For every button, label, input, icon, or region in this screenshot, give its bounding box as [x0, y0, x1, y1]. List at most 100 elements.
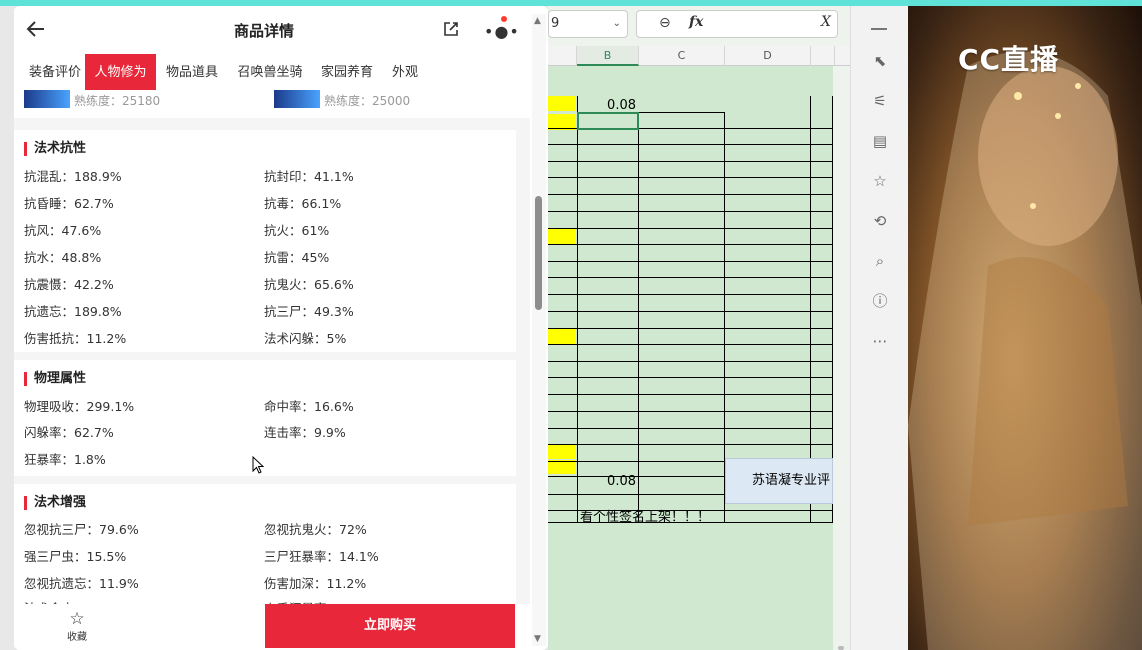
- proficiency-text: 熟练度：25180: [74, 94, 161, 108]
- grid-line: [548, 177, 833, 178]
- proficiency-text: 熟练度：25000: [324, 94, 411, 108]
- more-icon[interactable]: •●•: [484, 22, 520, 41]
- grid-line: [548, 261, 833, 262]
- favorite-button[interactable]: ☆ 收藏: [54, 610, 100, 643]
- note-text-cell[interactable]: 看个性签名上架！！！: [580, 506, 710, 525]
- cell-b-value[interactable]: 0.08: [578, 98, 636, 113]
- attr-item: 抗毒：66.1%: [264, 196, 342, 211]
- grid-line: [638, 112, 724, 113]
- formula-input[interactable]: ⊖ fx 𝑋: [636, 10, 838, 38]
- highlight-cell[interactable]: [548, 96, 576, 111]
- help-icon[interactable]: ⓘ: [869, 290, 891, 312]
- column-headers: B C D: [548, 46, 850, 66]
- tab-equipment-review[interactable]: 装备评价: [20, 54, 90, 92]
- attr-item: 伤害加深：11.2%: [264, 576, 367, 591]
- sheet-scrollbar[interactable]: [838, 646, 844, 650]
- note-cell[interactable]: 苏语凝专业评: [725, 458, 833, 504]
- zoom-icon[interactable]: ⊖: [659, 15, 671, 31]
- cell-grid[interactable]: 0.08 0.08 苏语凝专业评 看个性签名上架！！！: [548, 66, 833, 650]
- doc-search-icon[interactable]: ⌕: [869, 250, 891, 272]
- product-detail-panel: 商品详情 •●• 装备评价 人物修为 物品道具 召唤兽坐骑 家园养育 外观 熟练…: [14, 6, 548, 650]
- veiled-figure-illustration: [908, 51, 1142, 650]
- function-icon[interactable]: fx: [689, 14, 703, 30]
- scroll-thumb[interactable]: [535, 196, 542, 310]
- grid-line: [548, 344, 833, 345]
- grid-line: [548, 294, 833, 295]
- cell-b-value[interactable]: 0.08: [578, 474, 636, 489]
- column-header-d[interactable]: D: [725, 46, 811, 66]
- attr-item: 忽视抗鬼火：72%: [264, 522, 367, 537]
- attr-item: 抗震慑：42.2%: [24, 277, 114, 292]
- star-icon: ☆: [69, 609, 85, 629]
- grid-line: [548, 311, 833, 312]
- side-toolbar: ⬉ ⚟ ▤ ☆ ⟲ ⌕ ⓘ ⋯: [850, 6, 908, 650]
- attr-item: 狂暴率：1.8%: [24, 452, 106, 467]
- scroll-up-icon[interactable]: ▲: [534, 16, 541, 26]
- highlight-cell[interactable]: [548, 444, 576, 459]
- tab-home[interactable]: 家园养育: [315, 54, 379, 92]
- formula-x-icon[interactable]: 𝑋: [821, 14, 831, 30]
- stream-photo: CC直播: [908, 6, 1142, 650]
- highlight-cell[interactable]: [548, 229, 576, 244]
- page-title: 商品详情: [233, 22, 294, 40]
- column-header-e[interactable]: [811, 46, 835, 66]
- section-spell-resistance: 法术抗性 抗混乱：188.9% 抗封印：41.1% 抗昏睡：62.7% 抗毒：6…: [14, 130, 516, 352]
- buy-now-button[interactable]: 立即购买: [265, 604, 515, 648]
- attr-item: 强三尸虫：15.5%: [24, 549, 127, 564]
- grid-line: [548, 361, 833, 362]
- column-header-b[interactable]: B: [577, 46, 639, 66]
- panel-scrollbar[interactable]: ▲ ▼: [532, 14, 546, 646]
- bottom-action-bar: ☆ 收藏 立即购买: [14, 604, 530, 650]
- scroll-down-icon[interactable]: ▼: [534, 634, 541, 644]
- star-add-icon[interactable]: ☆: [869, 170, 891, 192]
- attr-item: 连击率：9.9%: [264, 425, 346, 440]
- tab-items[interactable]: 物品道具: [160, 54, 224, 92]
- attr-item: 抗混乱：188.9%: [24, 169, 122, 184]
- tab-appearance[interactable]: 外观: [385, 54, 425, 92]
- highlight-cell[interactable]: [548, 329, 576, 344]
- grid-line: [548, 411, 833, 412]
- favorite-label: 收藏: [67, 632, 87, 643]
- attr-item: 抗火：61%: [264, 223, 330, 238]
- grid-line: [548, 394, 833, 395]
- skill-thumbnail: [24, 90, 70, 108]
- grid-line: [548, 461, 725, 462]
- highlight-cell[interactable]: [548, 460, 576, 474]
- grid-line: [548, 328, 833, 329]
- attr-item: 伤害抵抗：11.2%: [24, 331, 127, 346]
- column-header-c[interactable]: C: [639, 46, 725, 66]
- attr-item: 命中率：16.6%: [264, 399, 354, 414]
- more-icon[interactable]: ⋯: [869, 330, 891, 352]
- attr-item: 三尸狂暴率：14.1%: [264, 549, 379, 564]
- tab-character-cultivation[interactable]: 人物修为: [85, 54, 156, 92]
- attr-item: 抗水：48.8%: [24, 250, 102, 265]
- attr-item: 法术闪躲：5%: [264, 331, 347, 346]
- attr-item: 抗风：47.6%: [24, 223, 102, 238]
- grid-line: [548, 476, 725, 477]
- grid-line: [548, 144, 833, 145]
- grid-line: [548, 277, 833, 278]
- attr-item: 闪躲率：62.7%: [24, 425, 114, 440]
- pointer-icon[interactable]: ⬉: [869, 50, 891, 72]
- adjust-icon[interactable]: ⚟: [869, 90, 891, 112]
- grid-line: [548, 228, 833, 229]
- cell-reference-box[interactable]: 9 ⌄: [548, 10, 628, 38]
- tab-summons-mounts[interactable]: 召唤兽坐骑: [230, 54, 310, 92]
- notification-dot: [501, 16, 507, 22]
- convert-icon[interactable]: ⟲: [869, 210, 891, 232]
- share-icon[interactable]: [442, 20, 460, 38]
- skill-thumbnail: [274, 90, 320, 108]
- attr-item: 忽视抗三尸：79.6%: [24, 522, 139, 537]
- mouse-cursor-icon: [252, 456, 264, 474]
- section-title: 法术抗性: [24, 142, 86, 156]
- attr-item: 抗鬼火：65.6%: [264, 277, 354, 292]
- layout-icon[interactable]: ▤: [869, 130, 891, 152]
- formula-bar: 9 ⌄ ⊖ fx 𝑋: [548, 10, 838, 40]
- section-title: 法术增强: [24, 496, 86, 510]
- selected-cell[interactable]: [577, 112, 639, 130]
- minimize-icon[interactable]: [871, 28, 887, 30]
- column-header-a[interactable]: [548, 46, 577, 66]
- grid-line: [548, 494, 725, 495]
- detail-content[interactable]: 熟练度：25180 熟练度：25000 法术抗性 抗混乱：188.9% 抗封印：…: [14, 90, 530, 606]
- chevron-down-icon[interactable]: ⌄: [613, 11, 621, 37]
